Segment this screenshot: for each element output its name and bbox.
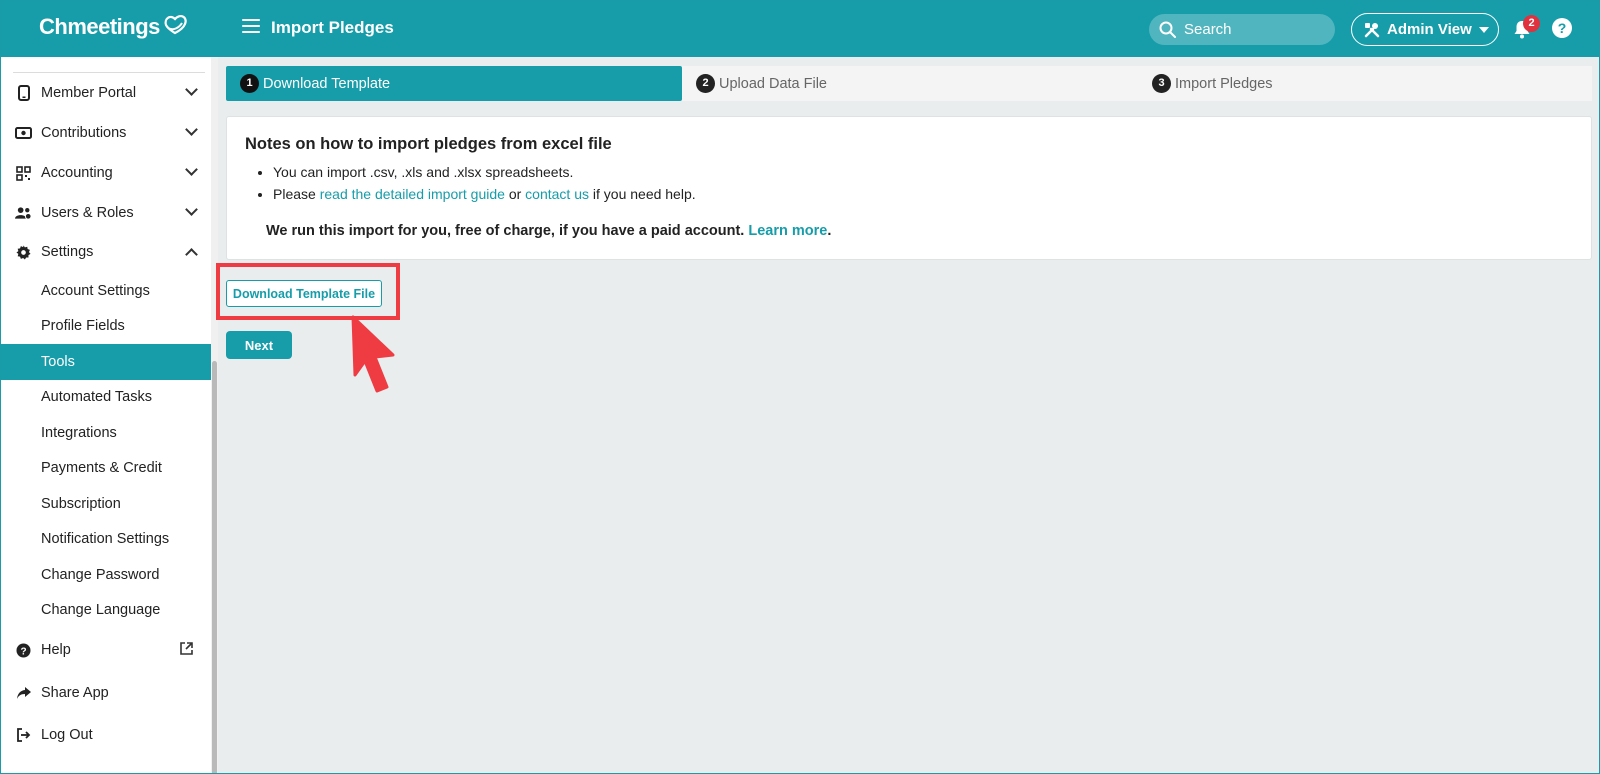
notes-title: Notes on how to import pledges from exce… [245,135,612,153]
chevron-down-icon [185,163,198,176]
sidebar-subitem-label: Integrations [41,425,117,441]
sidebar-subitem-label: Change Password [41,567,160,583]
gear-icon [15,244,32,261]
help-icon[interactable]: ? [1552,18,1572,38]
sidebar-subitem-profile-fields[interactable]: Profile Fields [1,308,211,344]
sidebar-item-contributions[interactable]: Contributions [1,115,211,151]
notification-badge: 2 [1523,15,1540,32]
notes-bullet: Please read the detailed import guide or… [273,186,696,202]
step-number: 3 [1152,74,1171,93]
download-template-file-button[interactable]: Download Template File [226,280,382,307]
notes-bullet-text: if you need help. [589,186,696,202]
paid-note-end: . [827,223,832,239]
sidebar-item-member-portal[interactable]: Member Portal [1,75,211,111]
sidebar-item-label: Users & Roles [41,205,134,221]
sidebar-subitem-change-password[interactable]: Change Password [1,557,211,593]
paid-note-text: We run this import for you, free of char… [266,223,749,239]
step-label: Upload Data File [719,75,827,92]
logout-icon [15,727,32,744]
step-import-pledges[interactable]: 3 Import Pledges [1152,66,1273,101]
page-title: Import Pledges [271,18,394,37]
sidebar-subitem-automated-tasks[interactable]: Automated Tasks [1,379,211,415]
chevron-down-icon [185,123,198,136]
notes-bullet-text: Please [273,186,320,202]
chevron-down-icon [185,203,198,216]
sidebar-subitem-label: Notification Settings [41,531,170,547]
chevron-up-icon [185,248,198,261]
step-label: Download Template [263,75,391,92]
sidebar-subitem-label: Profile Fields [41,318,125,334]
logo-heart-icon [164,15,187,35]
pointer-arrow-icon [351,315,395,393]
share-icon [15,685,32,702]
admin-view-label: Admin View [1387,21,1472,38]
sidebar-item-help[interactable]: ? Help [1,632,211,668]
next-button[interactable]: Next [226,331,292,359]
sidebar-item-share-app[interactable]: Share App [1,675,211,711]
notes-bullet: You can import .csv, .xls and .xlsx spre… [273,164,696,180]
learn-more-link[interactable]: Learn more [748,223,827,239]
sidebar-item-accounting[interactable]: Accounting [1,155,211,191]
sidebar-item-label: Log Out [41,727,93,743]
import-notes-card: Notes on how to import pledges from exce… [226,116,1592,260]
chevron-down-icon [185,83,198,96]
sidebar-subitem-notification-settings[interactable]: Notification Settings [1,521,211,557]
sidebar-subitem-account-settings[interactable]: Account Settings [1,273,211,309]
step-download-template[interactable]: 1 Download Template [226,66,682,101]
sidebar-subitem-payments-credit[interactable]: Payments & Credit [1,450,211,486]
money-icon [15,125,32,142]
chevron-down-icon [1478,26,1489,33]
search-icon [1159,21,1176,38]
sidebar-item-users-roles[interactable]: Users & Roles [1,195,211,231]
app-name: Chmeetings [39,14,160,39]
import-stepper: 1 Download Template 2 Upload Data File 3… [226,66,1592,101]
question-icon: ? [15,642,32,659]
hamburger-menu-icon[interactable] [242,19,260,35]
app-logo[interactable]: Chmeetings [39,14,190,40]
sidebar-subitem-label: Subscription [41,496,121,512]
sidebar-subitem-label: Change Language [41,602,161,618]
search-input[interactable] [1184,21,1324,38]
phone-icon [15,85,32,102]
paid-account-note: We run this import for you, free of char… [266,223,831,239]
sidebar-item-label: Contributions [41,125,127,141]
sidebar-subitem-label: Automated Tasks [41,389,152,405]
sidebar-subitem-label: Account Settings [41,283,150,299]
sidebar-item-label: Accounting [41,165,113,181]
tools-icon [1364,22,1380,37]
contact-us-link[interactable]: contact us [525,186,589,202]
sidebar-subitem-change-language[interactable]: Change Language [1,592,211,628]
admin-view-dropdown[interactable]: Admin View [1351,13,1499,46]
sidebar-item-label: Help [41,642,71,658]
sidebar-divider [13,72,205,73]
users-icon [15,205,32,222]
sidebar-subitem-subscription[interactable]: Subscription [1,486,211,522]
notes-bullet-text: or [504,186,526,202]
sidebar-subitem-tools[interactable]: Tools [1,344,211,380]
top-bar: Chmeetings Import Pledges Admi [1,1,1599,57]
sidebar-item-label: Settings [41,244,94,260]
svg-text:?: ? [20,646,26,657]
grid-icon [15,165,32,182]
notes-bullet-text: You can import .csv, .xls and .xlsx spre… [273,164,574,180]
sidebar-item-label: Share App [41,685,109,701]
app-window: Chmeetings Import Pledges Admi [0,0,1600,774]
sidebar-item-log-out[interactable]: Log Out [1,717,211,753]
step-upload-data-file[interactable]: 2 Upload Data File [696,66,827,101]
step-label: Import Pledges [1175,75,1273,92]
sidebar-item-settings[interactable]: Settings [1,234,211,270]
sidebar-item-label: Member Portal [41,85,137,101]
external-link-icon [179,641,194,660]
notes-list: You can import .csv, .xls and .xlsx spre… [273,164,696,208]
step-number: 2 [696,74,715,93]
sidebar-subitem-integrations[interactable]: Integrations [1,415,211,451]
sidebar-scrollbar-thumb[interactable] [212,361,217,773]
search-box[interactable] [1149,14,1335,45]
import-guide-link[interactable]: read the detailed import guide [320,186,505,202]
sidebar-subitem-label: Payments & Credit [41,460,162,476]
sidebar-subitem-label: Tools [41,354,75,370]
step-number: 1 [240,74,259,93]
